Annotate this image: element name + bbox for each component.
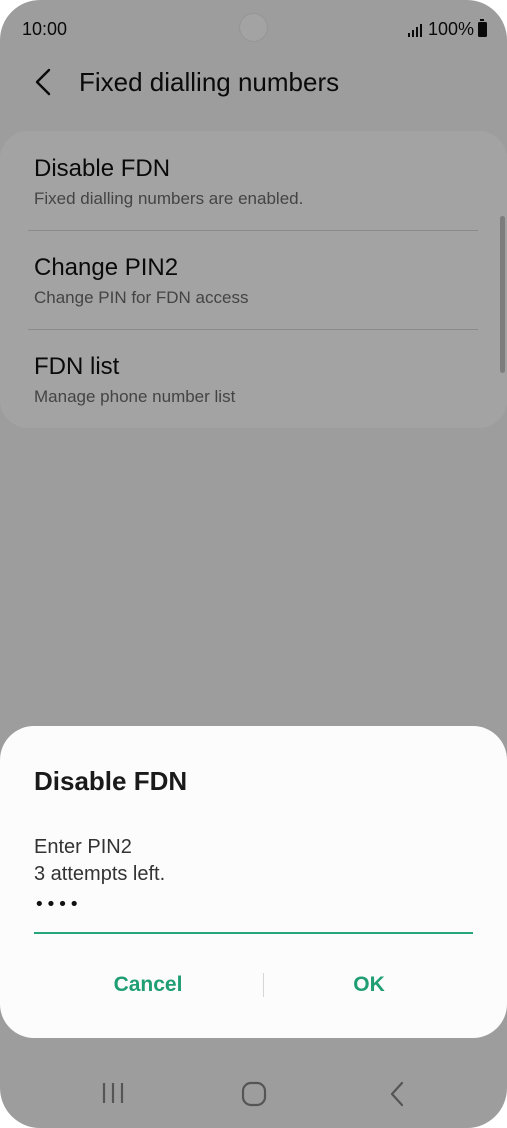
nav-back-button[interactable] <box>384 1080 412 1108</box>
pin2-value: •••• <box>34 894 81 915</box>
home-icon <box>241 1081 267 1107</box>
ok-button[interactable]: OK <box>259 968 479 1002</box>
home-button[interactable] <box>240 1080 268 1108</box>
back-icon <box>390 1081 404 1107</box>
cancel-button[interactable]: Cancel <box>38 968 258 1002</box>
dialog-title: Disable FDN <box>34 766 188 796</box>
dialog-message-prompt: Enter PIN2 <box>34 836 132 858</box>
navigation-bar <box>0 1058 507 1128</box>
disable-fdn-dialog: Disable FDN Enter PIN2 3 attempts left. … <box>0 726 507 1038</box>
recents-icon <box>102 1083 124 1103</box>
dialog-message-attempts: 3 attempts left. <box>34 863 166 885</box>
recents-button[interactable] <box>100 1080 128 1106</box>
pin2-input[interactable]: •••• <box>34 894 473 934</box>
phone-screen: 10:00 100% Fixed dialling numbers Disabl… <box>0 0 507 1128</box>
